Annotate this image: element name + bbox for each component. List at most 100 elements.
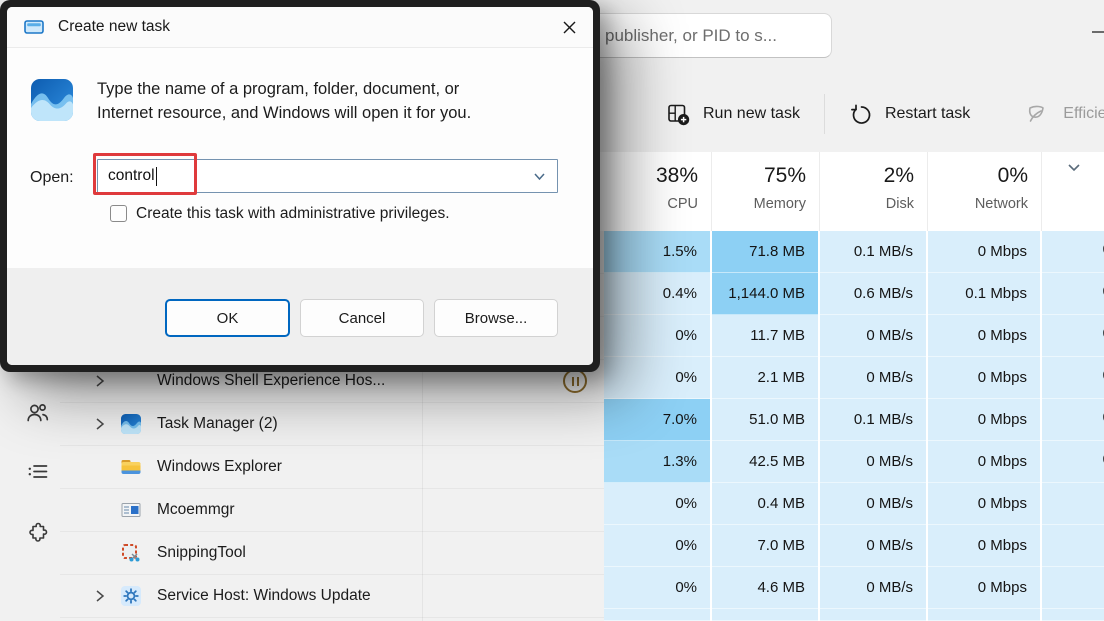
- process-name: Service Host: Windows Update: [157, 575, 371, 617]
- close-icon[interactable]: [551, 11, 587, 43]
- cpu-cell: 0%: [604, 525, 710, 567]
- column-header-disk[interactable]: 2% Disk: [820, 152, 928, 231]
- stats-row[interactable]: 1.5% 71.8 MB 0.1 MB/s 0 Mbps 0: [604, 231, 1104, 273]
- expand-chevron-icon[interactable]: [94, 416, 106, 432]
- chevron-down-icon: [1066, 162, 1082, 174]
- disk-cell: 0 MB/s: [820, 315, 926, 357]
- stats-row[interactable]: 1.3% 42.5 MB 0 MB/s 0 Mbps 0: [604, 441, 1104, 483]
- process-stats-grid: 1.5% 71.8 MB 0.1 MB/s 0 Mbps 0 0.4% 1,14…: [604, 231, 1104, 621]
- task-manager-logo: [30, 78, 74, 122]
- disk-total: 2%: [884, 164, 914, 188]
- stats-row[interactable]: 0% 7.0 MB 0 MB/s 0 Mbps: [604, 525, 1104, 567]
- efficiency-mode-button[interactable]: Efficie: [1025, 102, 1104, 127]
- sidebar-item-services[interactable]: [25, 521, 50, 546]
- cpu-cell: 1.5%: [604, 231, 710, 273]
- dialog-instruction: Type the name of a program, folder, docu…: [97, 77, 557, 125]
- process-row[interactable]: SnippingTool: [60, 532, 604, 575]
- memory-cell: 2.1 MB: [712, 357, 818, 399]
- dialog-title: Create new task: [58, 18, 170, 36]
- network-cell: 0 Mbps: [928, 231, 1040, 273]
- restart-task-label: Restart task: [885, 105, 970, 123]
- network-cell: 0 Mbps: [928, 483, 1040, 525]
- memory-cell: 7.0 MB: [712, 525, 818, 567]
- leaf-icon: [1025, 102, 1051, 127]
- table-header: 38% CPU 75% Memory 2% Disk 0% Network: [560, 152, 1104, 231]
- network-total: 0%: [998, 164, 1028, 188]
- admin-privileges-checkbox[interactable]: [110, 205, 127, 222]
- cpu-cell: 0.4%: [604, 273, 710, 315]
- toolbar: Run new task Restart task Efficie: [604, 92, 1104, 136]
- network-label: Network: [975, 196, 1028, 212]
- column-header-more[interactable]: [1042, 152, 1104, 231]
- column-header-memory[interactable]: 75% Memory: [712, 152, 820, 231]
- stats-row[interactable]: 0% 11.7 MB 0 MB/s 0 Mbps 0: [604, 315, 1104, 357]
- cpu-label: CPU: [667, 196, 698, 212]
- extra-cell: 0: [1042, 231, 1104, 273]
- network-cell: 0 Mbps: [928, 315, 1040, 357]
- dialog-body: Create new task: [7, 7, 593, 365]
- cpu-cell: 1.3%: [604, 441, 710, 483]
- browse-button[interactable]: Browse...: [434, 299, 558, 337]
- search-placeholder: publisher, or PID to s...: [605, 26, 777, 46]
- combobox-chevron-down-icon[interactable]: [532, 170, 547, 183]
- process-row[interactable]: Windows Explorer: [60, 446, 604, 489]
- folder-icon: [120, 456, 142, 478]
- process-row[interactable]: Service Host: Windows Update: [60, 575, 604, 618]
- column-header-network[interactable]: 0% Network: [928, 152, 1042, 231]
- task-manager-icon: [120, 413, 142, 435]
- process-name: Task Manager (2): [157, 403, 278, 445]
- cpu-total: 38%: [656, 164, 698, 188]
- disk-cell: 0 MB/s: [820, 567, 926, 609]
- network-cell: 0 Mbps: [928, 525, 1040, 567]
- extra-cell: 0: [1042, 399, 1104, 441]
- expand-chevron-icon[interactable]: [94, 373, 106, 389]
- app-window-icon: [120, 499, 142, 521]
- disk-cell: 0.1 MB/s: [820, 231, 926, 273]
- stats-row[interactable]: 0% 4.6 MB 0 MB/s 0 Mbps: [604, 567, 1104, 609]
- open-input-value: control: [108, 167, 155, 185]
- toolbar-separator: [824, 94, 825, 134]
- dialog-titlebar[interactable]: Create new task: [7, 7, 593, 48]
- minimize-button[interactable]: [1092, 31, 1104, 33]
- stats-row[interactable]: 7.0% 51.0 MB 0.1 MB/s 0 Mbps 0: [604, 399, 1104, 441]
- create-new-task-dialog: Create new task: [0, 0, 600, 372]
- disk-cell: 0 MB/s: [820, 483, 926, 525]
- extra-cell: 0: [1042, 315, 1104, 357]
- memory-label: Memory: [754, 196, 806, 212]
- run-new-task-button[interactable]: Run new task: [666, 102, 800, 127]
- disk-label: Disk: [886, 196, 914, 212]
- process-name: Windows Explorer: [157, 446, 282, 488]
- extra-cell: [1042, 567, 1104, 609]
- restart-task-button[interactable]: Restart task: [849, 102, 970, 126]
- service-gear-icon: [120, 585, 142, 607]
- sidebar-item-details[interactable]: [25, 459, 50, 484]
- open-combobox-input[interactable]: control: [97, 159, 558, 193]
- memory-cell: 42.5 MB: [712, 441, 818, 483]
- disk-cell: 0 MB/s: [820, 525, 926, 567]
- dialog-footer: OK Cancel Browse...: [7, 268, 593, 365]
- column-header-cpu[interactable]: 38% CPU: [604, 152, 712, 231]
- network-cell: 0.1 Mbps: [928, 273, 1040, 315]
- disk-cell: 0 MB/s: [820, 357, 926, 399]
- process-row[interactable]: Task Manager (2): [60, 403, 604, 446]
- stats-row[interactable]: 0% 2.1 MB 0 MB/s 0 Mbps 0: [604, 357, 1104, 399]
- run-new-task-icon: [666, 102, 691, 127]
- ok-button[interactable]: OK: [165, 299, 290, 337]
- admin-privileges-label: Create this task with administrative pri…: [136, 205, 450, 223]
- network-cell: 0 Mbps: [928, 441, 1040, 483]
- sidebar-item-users[interactable]: [25, 400, 50, 425]
- process-name: Mcoemmgr: [157, 489, 235, 531]
- disk-cell: 0.6 MB/s: [820, 273, 926, 315]
- disk-cell: 0.1 MB/s: [820, 399, 926, 441]
- memory-cell: 0.4 MB: [712, 483, 818, 525]
- cpu-cell: 0%: [604, 483, 710, 525]
- process-row[interactable]: Mcoemmgr: [60, 489, 604, 532]
- extra-cell: 0: [1042, 357, 1104, 399]
- network-cell: 0 Mbps: [928, 567, 1040, 609]
- cancel-button[interactable]: Cancel: [300, 299, 424, 337]
- extra-cell: 0: [1042, 441, 1104, 483]
- stats-row[interactable]: 0% 0.4 MB 0 MB/s 0 Mbps: [604, 483, 1104, 525]
- stats-row[interactable]: 0.4% 1,144.0 MB 0.6 MB/s 0.1 Mbps 0: [604, 273, 1104, 315]
- toolbar-separator-2: [1000, 94, 1001, 134]
- expand-chevron-icon[interactable]: [94, 588, 106, 604]
